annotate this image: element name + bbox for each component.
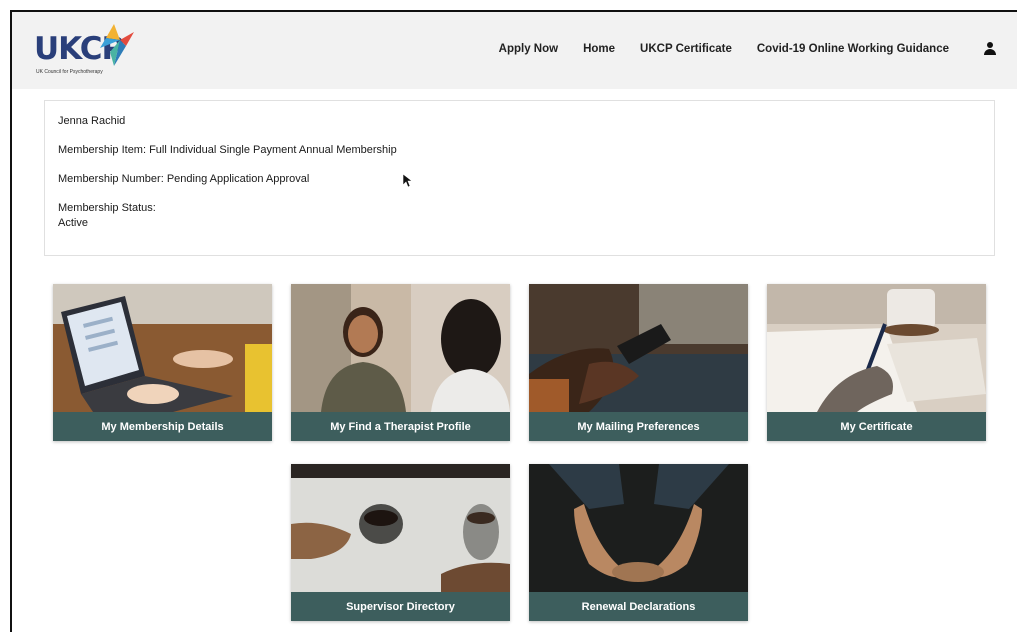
card-supervisor-directory[interactable]: Supervisor Directory [291, 464, 510, 621]
user-icon[interactable] [983, 42, 997, 56]
membership-status-label: Membership Status: [58, 202, 156, 214]
ukcp-logo[interactable]: UKCP UK Council for Psychotherapy [34, 22, 144, 80]
card-my-mailing-preferences[interactable]: My Mailing Preferences [529, 284, 748, 441]
card-label: My Membership Details [53, 412, 272, 441]
app-frame: UKCP UK Council for Psychotherapy Apply … [10, 10, 1017, 632]
nav-apply-now[interactable]: Apply Now [499, 43, 558, 55]
card-renewal-declarations[interactable]: Renewal Declarations [529, 464, 748, 621]
mouse-cursor-icon [403, 174, 413, 188]
card-label: My Certificate [767, 412, 986, 441]
membership-item: Membership Item: Full Individual Single … [58, 144, 397, 156]
membership-info-panel: Jenna Rachid Membership Item: Full Indiv… [44, 100, 995, 256]
card-label: My Mailing Preferences [529, 412, 748, 441]
membership-number: Membership Number: Pending Application A… [58, 173, 310, 185]
card-my-certificate[interactable]: My Certificate [767, 284, 986, 441]
card-label: My Find a Therapist Profile [291, 412, 510, 441]
main-nav: Apply Now Home UKCP Certificate Covid-19… [474, 42, 997, 56]
logo-subtitle: UK Council for Psychotherapy [36, 69, 103, 75]
nav-covid-guidance[interactable]: Covid-19 Online Working Guidance [757, 43, 949, 55]
card-label: Renewal Declarations [529, 592, 748, 621]
nav-home[interactable]: Home [583, 43, 615, 55]
writing-photo [767, 284, 986, 412]
member-name: Jenna Rachid [58, 115, 126, 127]
coffee-photo [291, 464, 510, 592]
phone-photo [529, 284, 748, 412]
laptop-photo [53, 284, 272, 412]
card-label: Supervisor Directory [291, 592, 510, 621]
open-hands-photo [529, 464, 748, 592]
membership-status-value: Active [58, 217, 88, 229]
therapist-photo [291, 284, 510, 412]
nav-ukcp-certificate[interactable]: UKCP Certificate [640, 43, 732, 55]
card-my-membership-details[interactable]: My Membership Details [53, 284, 272, 441]
card-my-find-a-therapist-profile[interactable]: My Find a Therapist Profile [291, 284, 510, 441]
star-logo-icon [100, 24, 134, 66]
top-navigation-bar: UKCP UK Council for Psychotherapy Apply … [12, 12, 1017, 89]
